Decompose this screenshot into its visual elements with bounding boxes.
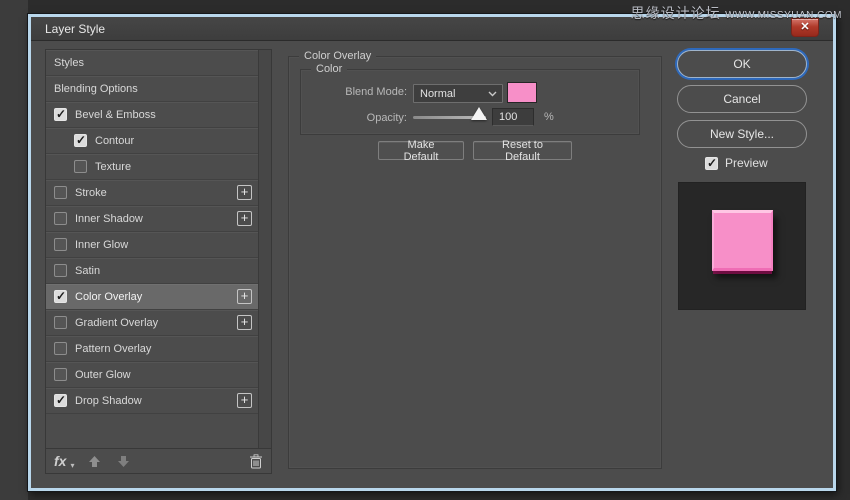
style-checkbox[interactable] (54, 316, 67, 329)
sidebar-item-label: Drop Shadow (75, 395, 237, 407)
style-checkbox[interactable] (54, 212, 67, 225)
style-checkbox[interactable] (54, 108, 67, 121)
sidebar-item-contour[interactable]: Contour (46, 128, 258, 154)
styles-list-panel: Styles Blending Options Bevel & Emboss Cont… (45, 49, 272, 449)
sidebar-item-label: Outer Glow (75, 369, 252, 381)
watermark-site-name: 思缘设计论坛 (631, 5, 721, 21)
reset-to-default-button[interactable]: Reset to Default (473, 141, 572, 160)
blend-mode-label: Blend Mode: (321, 86, 407, 98)
style-checkbox[interactable] (54, 342, 67, 355)
sidebar-item-satin[interactable]: Satin (46, 258, 258, 284)
opacity-label: Opacity: (321, 112, 407, 124)
sidebar-item-label: Blending Options (54, 83, 252, 95)
ok-button[interactable]: OK (677, 50, 807, 78)
style-checkbox[interactable] (54, 394, 67, 407)
opacity-unit-label: % (544, 111, 554, 123)
opacity-value-field[interactable]: 100 (492, 108, 534, 126)
add-instance-plus-icon[interactable]: + (237, 393, 252, 408)
sidebar-item-styles[interactable]: Styles (46, 50, 258, 76)
style-checkbox[interactable] (74, 160, 87, 173)
layer-style-dialog: Layer Style ✕ StylesBlending OptionsBeve… (28, 14, 836, 491)
overlay-color-swatch[interactable] (507, 82, 537, 103)
styles-list-scrollbar[interactable] (258, 50, 271, 448)
preview-checkbox[interactable]: Preview (705, 156, 768, 170)
sidebar-item-blending-options[interactable]: Blending Options (46, 76, 258, 102)
dialog-title: Layer Style (31, 22, 105, 36)
sidebar-item-label: Gradient Overlay (75, 317, 237, 329)
style-checkbox[interactable] (54, 238, 67, 251)
color-subgroup-title: Color (311, 63, 347, 75)
sidebar-item-label: Texture (95, 161, 252, 173)
sidebar-item-drop-shadow[interactable]: Drop Shadow+ (46, 388, 258, 414)
move-effect-up-icon[interactable] (88, 455, 101, 468)
watermark-site-url: WWW.MISSYUAN.COM (725, 10, 842, 21)
sidebar-item-bevel-emboss[interactable]: Bevel & Emboss (46, 102, 258, 128)
sidebar-item-label: Inner Shadow (75, 213, 237, 225)
sidebar-item-label: Bevel & Emboss (75, 109, 252, 121)
site-watermark: 思缘设计论坛 WWW.MISSYUAN.COM (631, 3, 842, 23)
style-checkbox[interactable] (54, 264, 67, 277)
add-instance-plus-icon[interactable]: + (237, 315, 252, 330)
style-preview-thumbnail (678, 182, 806, 310)
new-style-button[interactable]: New Style... (677, 120, 807, 148)
preview-checkbox-box[interactable] (705, 157, 718, 170)
sidebar-item-inner-glow[interactable]: Inner Glow (46, 232, 258, 258)
sidebar-item-label: Stroke (75, 187, 237, 199)
style-checkbox[interactable] (74, 134, 87, 147)
add-instance-plus-icon[interactable]: + (237, 211, 252, 226)
sidebar-item-gradient-overlay[interactable]: Gradient Overlay+ (46, 310, 258, 336)
move-effect-down-icon[interactable] (117, 455, 130, 468)
style-checkbox[interactable] (54, 290, 67, 303)
sidebar-item-stroke[interactable]: Stroke+ (46, 180, 258, 206)
sidebar-item-pattern-overlay[interactable]: Pattern Overlay (46, 336, 258, 362)
chevron-down-icon (488, 91, 502, 97)
cancel-button[interactable]: Cancel (677, 85, 807, 113)
preview-pink-square (712, 210, 773, 271)
sidebar-item-color-overlay[interactable]: Color Overlay+ (46, 284, 258, 310)
opacity-slider-thumb[interactable] (471, 107, 487, 120)
fx-caret-icon[interactable]: ▾ (70, 461, 74, 470)
add-instance-plus-icon[interactable]: + (237, 185, 252, 200)
sidebar-item-texture[interactable]: Texture (46, 154, 258, 180)
dialog-content: Styles Blending Options Bevel & Emboss Cont… (31, 41, 833, 488)
sidebar-item-label: Pattern Overlay (75, 343, 252, 355)
delete-effect-trash-icon[interactable] (249, 454, 263, 469)
styles-list: Styles Blending Options Bevel & Emboss Cont… (46, 50, 258, 448)
app-background-strip (0, 0, 28, 500)
sidebar-item-label: Inner Glow (75, 239, 252, 251)
styles-list-empty-area (46, 414, 258, 448)
add-instance-plus-icon[interactable]: + (237, 289, 252, 304)
sidebar-item-label: Satin (75, 265, 252, 277)
blend-mode-value: Normal (414, 88, 488, 100)
preview-checkbox-label: Preview (725, 156, 768, 170)
make-default-button[interactable]: Make Default (378, 141, 464, 160)
style-checkbox[interactable] (54, 368, 67, 381)
color-overlay-group-title: Color Overlay (299, 50, 376, 62)
style-checkbox[interactable] (54, 186, 67, 199)
blend-mode-dropdown[interactable]: Normal (413, 84, 503, 103)
sidebar-item-label: Contour (95, 135, 252, 147)
fx-menu-button[interactable]: fx (54, 453, 66, 469)
effects-toolbar: fx ▾ (45, 449, 272, 474)
sidebar-item-label: Color Overlay (75, 291, 237, 303)
sidebar-item-label: Styles (54, 57, 252, 69)
sidebar-item-outer-glow[interactable]: Outer Glow (46, 362, 258, 388)
sidebar-item-inner-shadow[interactable]: Inner Shadow+ (46, 206, 258, 232)
